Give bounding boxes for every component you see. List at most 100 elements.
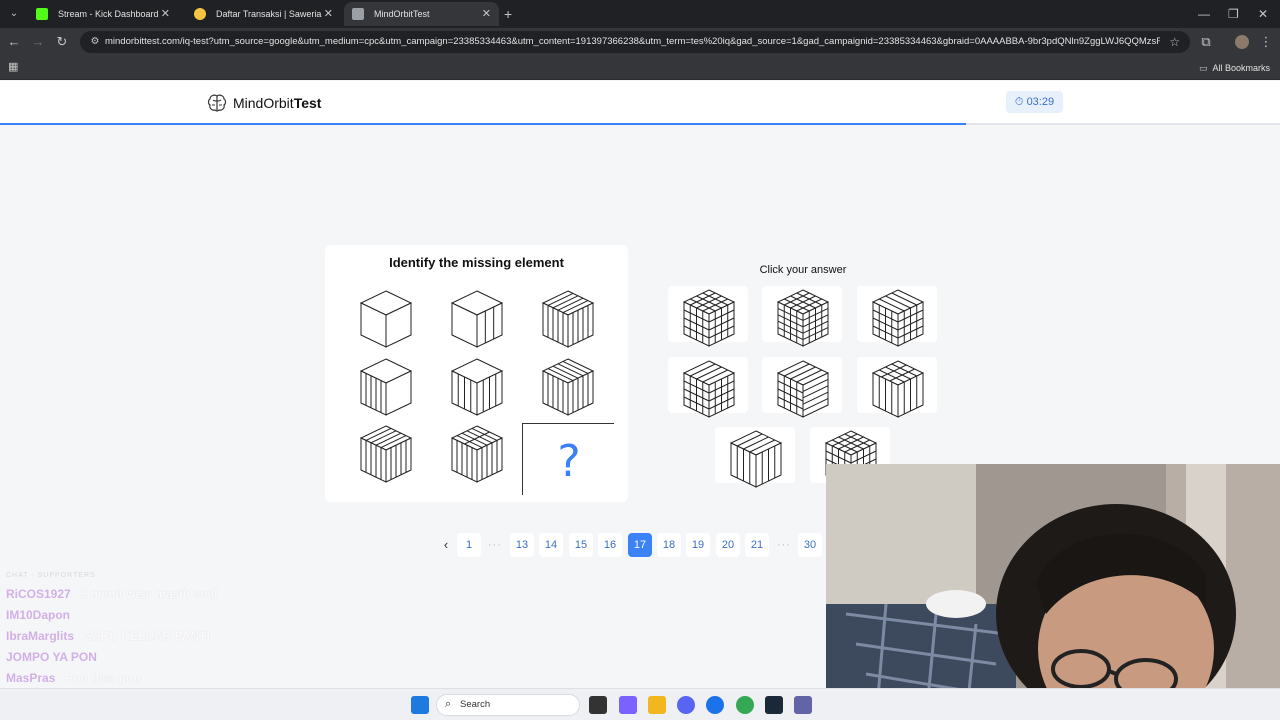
answer-option-4[interactable] xyxy=(668,357,748,418)
tab-label: Stream - Kick Dashboard xyxy=(58,9,159,19)
page-button-18[interactable]: 18 xyxy=(657,533,681,557)
close-window-icon[interactable]: ✕ xyxy=(1258,4,1268,24)
copilot-icon[interactable] xyxy=(619,696,637,714)
answer-option-7[interactable] xyxy=(715,427,795,488)
tab-mindorbittest[interactable]: MindOrbitTest ✕ xyxy=(344,2,499,26)
folder-icon: ▭ xyxy=(1198,63,1208,73)
answers-title: Click your answer xyxy=(759,264,847,276)
back-arrow-icon[interactable]: ← xyxy=(4,32,24,52)
page-favicon-icon xyxy=(352,8,364,20)
bookmark-star-icon[interactable]: ☆ xyxy=(1169,31,1180,53)
search-icon: ⌕ xyxy=(445,698,452,710)
chat-username: JOMPO YA PON xyxy=(6,650,97,664)
page-button-15[interactable]: 15 xyxy=(569,533,593,557)
chat-username: RiCOS1927 xyxy=(6,587,71,601)
site-logo[interactable]: MindOrbitTest xyxy=(207,92,321,114)
restore-icon[interactable]: ❐ xyxy=(1228,4,1239,24)
kick-favicon-icon xyxy=(36,8,48,20)
page-button-16[interactable]: 16 xyxy=(598,533,622,557)
windows-start-icon[interactable] xyxy=(411,696,429,714)
all-bookmarks-link[interactable]: ▭ All Bookmarks xyxy=(1199,56,1270,80)
windows-taskbar: ⌕ Search xyxy=(0,688,1280,720)
file-explorer-icon[interactable] xyxy=(589,696,607,714)
page-button-17[interactable]: 17 xyxy=(628,533,652,557)
teams-icon[interactable] xyxy=(794,696,812,714)
matrix-cell-cube-icon xyxy=(541,289,601,349)
matrix-cell-cube-icon xyxy=(359,289,419,349)
taskbar-search-label: Search xyxy=(460,699,491,710)
answer-option-6[interactable] xyxy=(857,357,937,418)
matrix-cell-cube-icon xyxy=(541,357,601,417)
site-header: MindOrbitTest ⏱ 03:29 xyxy=(0,81,1280,125)
timer-value: 03:29 xyxy=(1026,96,1055,108)
chat-username: MasPras xyxy=(6,671,56,685)
webcam-feed-image xyxy=(826,464,1280,720)
chat-username: IbraMarglits xyxy=(6,629,75,643)
forward-arrow-icon[interactable]: → xyxy=(28,32,48,52)
tab-search-icon[interactable]: ⌄ xyxy=(6,6,22,22)
page-button-30[interactable]: 30 xyxy=(798,533,822,557)
new-tab-plus-icon[interactable]: + xyxy=(504,4,512,24)
chat-header: CHAT - SUPPORTERS xyxy=(6,572,96,579)
matrix-cell-cube-icon xyxy=(450,424,510,484)
close-tab-icon[interactable]: ✕ xyxy=(324,2,333,26)
chrome-icon[interactable] xyxy=(706,696,724,714)
chrome-profile-icon[interactable] xyxy=(736,696,754,714)
chevron-left-icon[interactable]: ‹ xyxy=(434,533,458,557)
address-bar[interactable]: ⚙ mindorbittest.com/iq-test?utm_source=g… xyxy=(80,31,1190,53)
discord-icon[interactable] xyxy=(677,696,695,714)
apps-grid-icon[interactable]: ▦ xyxy=(8,61,20,73)
progress-bar-fill xyxy=(0,123,967,125)
chat-text: Pon bisa pon xyxy=(65,671,141,685)
webcam-overlay xyxy=(826,464,1280,720)
matrix-cell-cube-icon xyxy=(450,289,510,349)
page-button-21[interactable]: 21 xyxy=(745,533,769,557)
page-button-13[interactable]: 13 xyxy=(510,533,534,557)
chrome-menu-icon[interactable]: ⋮ xyxy=(1256,32,1276,52)
answer-option-2[interactable] xyxy=(762,286,842,347)
close-tab-icon[interactable]: ✕ xyxy=(482,2,491,26)
matrix-cell-cube-icon xyxy=(359,357,419,417)
steam-icon[interactable] xyxy=(765,696,783,714)
chat-message: IbraMarglits SARU KELUAR PANTI xyxy=(6,626,426,647)
chat-message: RiCOS1927 5 menit wisa masih soal xyxy=(6,584,426,605)
chat-message: JOMPO YA PON xyxy=(6,647,426,668)
close-tab-icon[interactable]: ✕ xyxy=(161,2,170,26)
chat-message: MasPras Pon bisa pon xyxy=(6,668,426,689)
tab-kick-dashboard[interactable]: Stream - Kick Dashboard ✕ xyxy=(28,2,178,26)
reload-icon[interactable]: ↻ xyxy=(52,32,72,52)
matrix-cell-cube-icon xyxy=(450,357,510,417)
answer-option-3[interactable] xyxy=(857,286,937,347)
folder-icon[interactable] xyxy=(648,696,666,714)
extensions-icon[interactable]: ⧉ xyxy=(1196,32,1216,52)
site-info-icon[interactable]: ⚙ xyxy=(88,35,102,49)
saweria-favicon-icon xyxy=(194,8,206,20)
matrix-cell-cube-icon xyxy=(359,424,419,484)
progress-bar xyxy=(0,123,1280,125)
tab-label: MindOrbitTest xyxy=(374,9,430,19)
page-button-1[interactable]: 1 xyxy=(457,533,481,557)
taskbar-search-box[interactable]: ⌕ Search xyxy=(436,694,580,716)
chat-text: 5 menit wisa masih soal xyxy=(80,587,218,601)
pagination-ellipsis: ··· xyxy=(777,539,791,551)
answer-option-5[interactable] xyxy=(762,357,842,418)
tab-label: Daftar Transaksi | Saweria xyxy=(216,9,322,19)
page-button-19[interactable]: 19 xyxy=(686,533,710,557)
answer-option-1[interactable] xyxy=(668,286,748,347)
page-button-14[interactable]: 14 xyxy=(539,533,563,557)
profile-avatar-icon[interactable] xyxy=(1232,32,1252,52)
minimize-icon[interactable]: — xyxy=(1198,4,1210,24)
missing-element-slot: ? xyxy=(522,423,614,495)
page-button-20[interactable]: 20 xyxy=(716,533,740,557)
url-text[interactable]: mindorbittest.com/iq-test?utm_source=goo… xyxy=(105,31,1160,53)
all-bookmarks-label: All Bookmarks xyxy=(1212,63,1270,73)
tab-saweria[interactable]: Daftar Transaksi | Saweria ✕ xyxy=(186,2,341,26)
logo-bold: Test xyxy=(293,95,322,111)
stopwatch-icon: ⏱ xyxy=(1014,96,1024,108)
question-mark-icon: ? xyxy=(557,436,581,487)
browser-tab-bar: ⌄ Stream - Kick Dashboard ✕ Daftar Trans… xyxy=(0,0,1280,28)
countdown-timer: ⏱ 03:29 xyxy=(1006,91,1063,113)
chat-message: IM10Dapon xyxy=(6,605,426,626)
bookmarks-bar: ▦ ▭ All Bookmarks xyxy=(0,56,1280,80)
chat-username: IM10Dapon xyxy=(6,608,71,622)
